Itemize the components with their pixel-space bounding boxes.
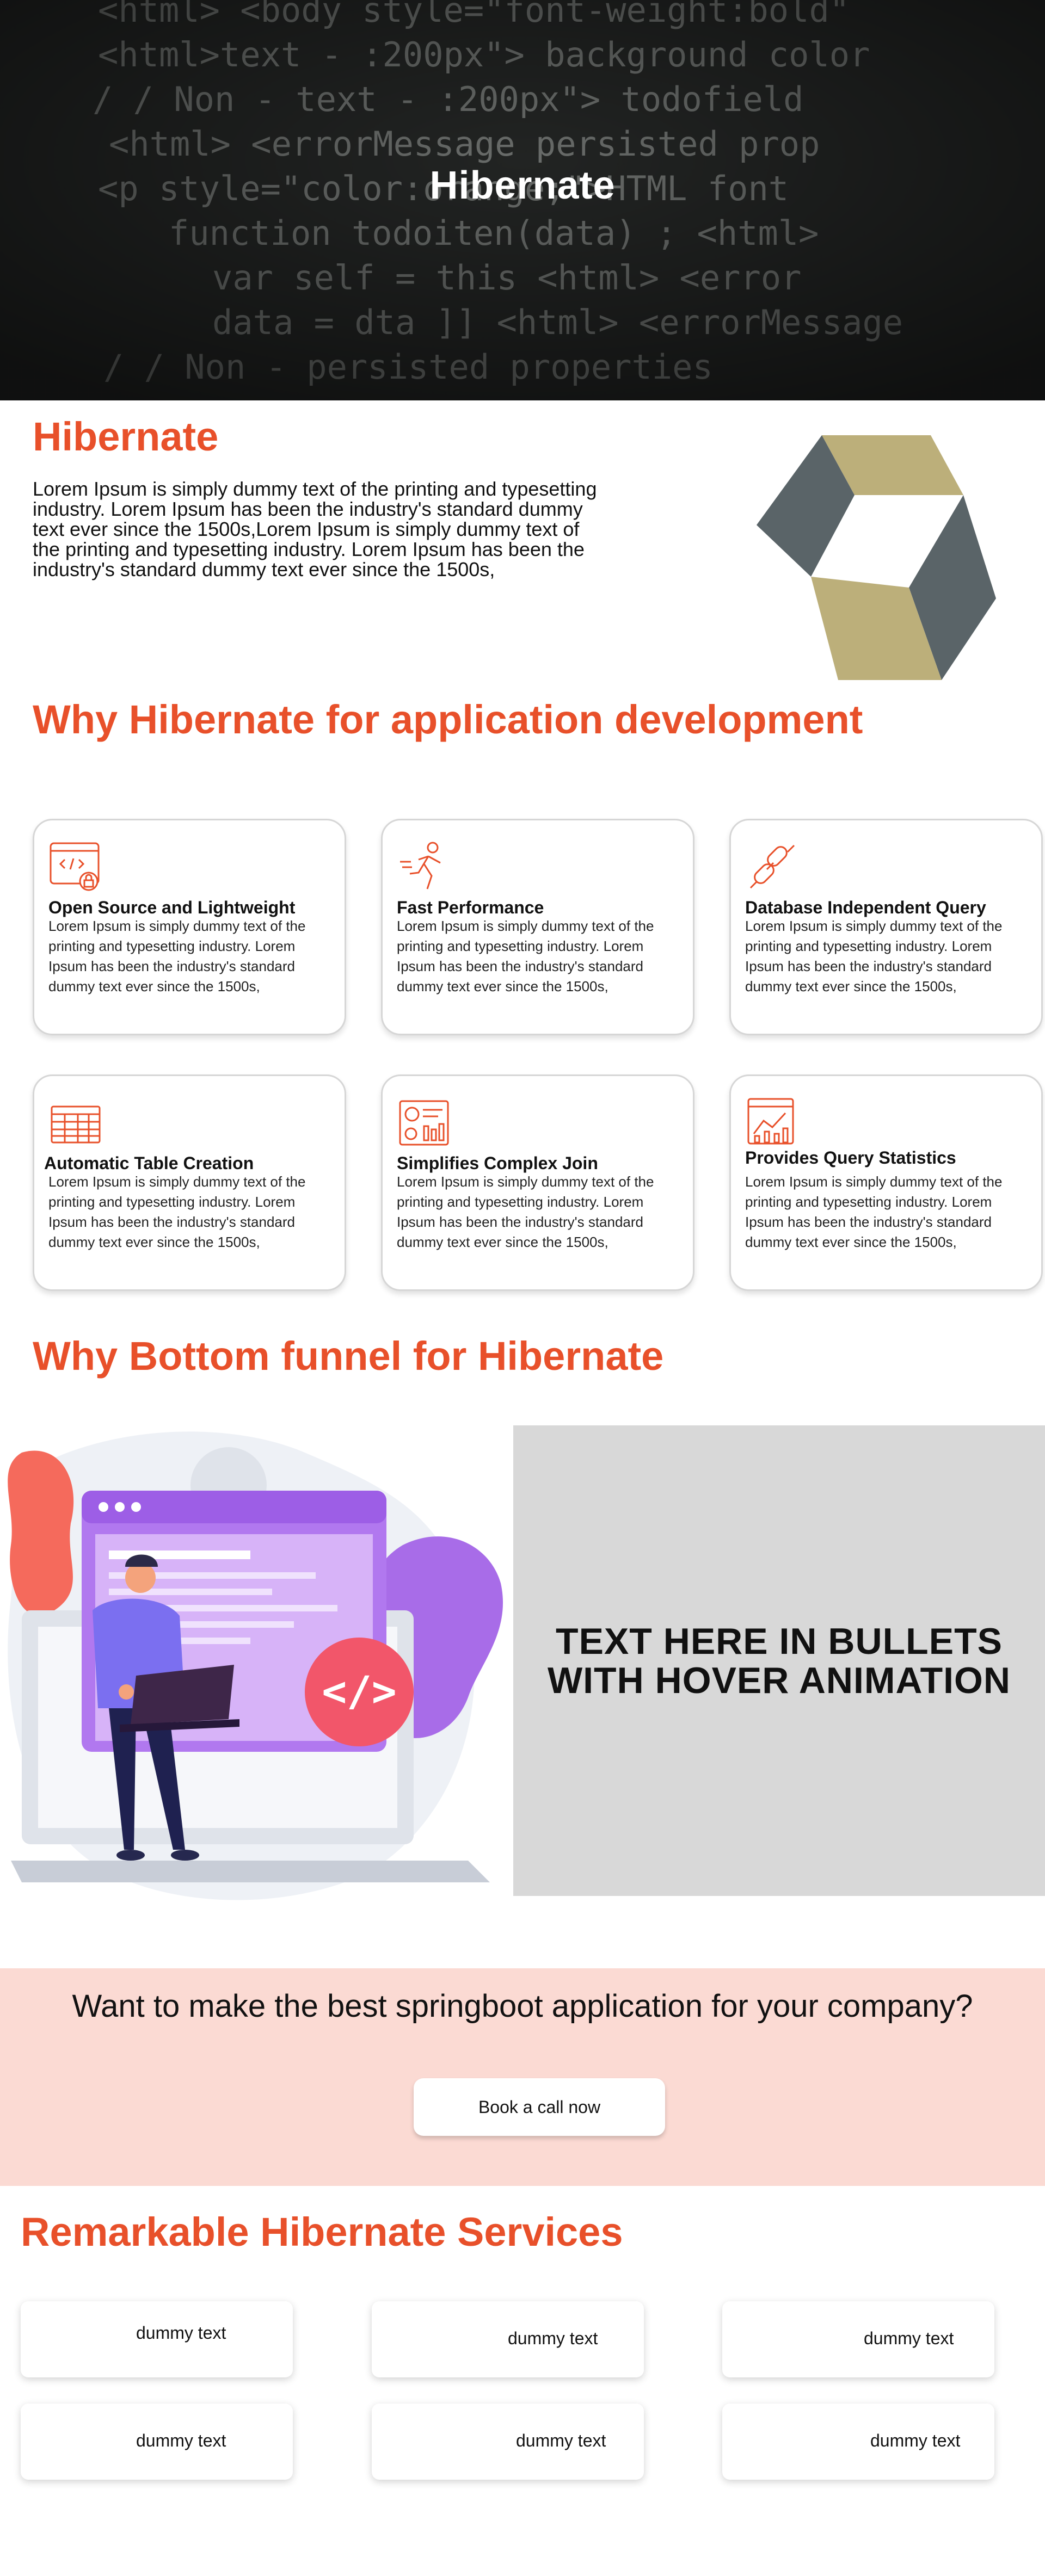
service-card-label: dummy text xyxy=(508,2328,598,2348)
feature-card-title: Fast Performance xyxy=(397,898,544,917)
feature-card-text: Lorem Ipsum is simply dummy text of the … xyxy=(48,918,306,994)
table-icon xyxy=(51,1105,101,1144)
services-title: Remarkable Hibernate Services xyxy=(21,2209,623,2254)
why-hibernate-title: Why Hibernate for application developmen… xyxy=(33,697,863,742)
service-card[interactable]: dummy text xyxy=(722,2404,994,2480)
service-card[interactable]: dummy text xyxy=(372,2301,644,2377)
developer-with-laptop-illustration: </> xyxy=(8,1431,503,1900)
book-call-button[interactable]: Book a call now xyxy=(414,2078,665,2136)
feature-card-text: Lorem Ipsum is simply dummy text of the … xyxy=(48,1173,306,1250)
feature-card-text: Lorem Ipsum is simply dummy text of the … xyxy=(397,918,654,994)
intro-text: Lorem Ipsum is simply dummy text of the … xyxy=(33,478,597,580)
feature-card-open-source: Open Source and Lightweight Lorem Ipsum … xyxy=(33,819,346,1035)
service-card[interactable]: dummy text xyxy=(21,2404,293,2480)
cta-question: Want to make the best springboot applica… xyxy=(72,1988,973,2024)
running-person-icon xyxy=(400,842,441,889)
bottom-funnel-title: Why Bottom funnel for Hibernate xyxy=(33,1333,664,1379)
statistics-chart-icon xyxy=(747,1098,794,1145)
feature-card-database-query: Database Independent Query Lorem Ipsum i… xyxy=(729,819,1043,1035)
feature-card-text: Lorem Ipsum is simply dummy text of the … xyxy=(745,918,1003,994)
bullets-placeholder-box: TEXT HERE IN BULLETS WITH HOVER ANIMATIO… xyxy=(513,1425,1045,1896)
service-card-label: dummy text xyxy=(136,2431,226,2450)
hero-banner: <html> <body style="font-weight:bold"<ht… xyxy=(0,0,1045,400)
feature-card-title: Database Independent Query xyxy=(745,898,986,917)
service-card-label: dummy text xyxy=(516,2431,606,2450)
feature-card-title: Open Source and Lightweight xyxy=(48,898,296,917)
svg-text:</>: </> xyxy=(322,1667,396,1715)
service-card-label: dummy text xyxy=(870,2431,961,2450)
dashboard-icon xyxy=(399,1100,449,1146)
feature-card-text: Lorem Ipsum is simply dummy text of the … xyxy=(397,1173,654,1250)
feature-card-complex-join: Simplifies Complex Join Lorem Ipsum is s… xyxy=(381,1074,694,1291)
service-card-label: dummy text xyxy=(136,2323,226,2343)
feature-card-table-creation: Automatic Table Creation Lorem Ipsum is … xyxy=(33,1074,346,1291)
feature-card-title: Simplifies Complex Join xyxy=(397,1153,598,1173)
hero-title: Hibernate xyxy=(429,164,616,207)
service-card[interactable]: dummy text xyxy=(722,2301,994,2377)
service-card[interactable]: dummy text xyxy=(372,2404,644,2480)
placeholder-text: TEXT HERE IN BULLETS WITH HOVER ANIMATIO… xyxy=(547,1620,1011,1701)
intro-title: Hibernate xyxy=(33,414,219,459)
hibernate-logo xyxy=(757,435,996,680)
service-card-label: dummy text xyxy=(864,2328,954,2348)
feature-card-title: Provides Query Statistics xyxy=(745,1148,956,1167)
code-window-icon xyxy=(50,842,100,891)
feature-card-fast-performance: Fast Performance Lorem Ipsum is simply d… xyxy=(381,819,694,1035)
chain-link-icon xyxy=(749,844,795,889)
feature-card-title: Automatic Table Creation xyxy=(44,1153,254,1173)
feature-card-text: Lorem Ipsum is simply dummy text of the … xyxy=(745,1173,1003,1250)
service-card[interactable]: dummy text xyxy=(21,2301,293,2377)
feature-card-query-statistics: Provides Query Statistics Lorem Ipsum is… xyxy=(729,1074,1043,1291)
